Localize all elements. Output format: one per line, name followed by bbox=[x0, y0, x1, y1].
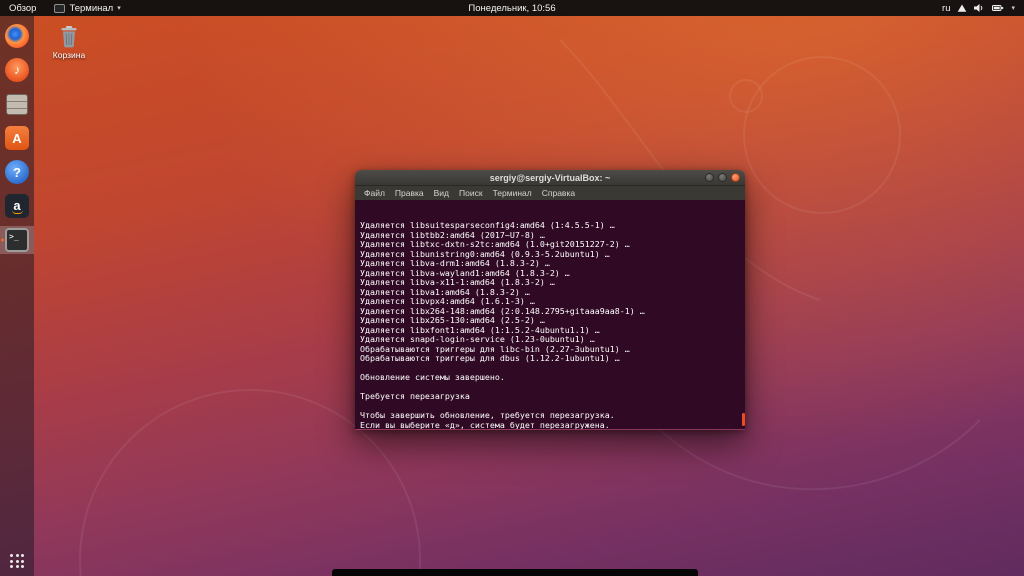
terminal-mini-icon bbox=[54, 3, 66, 13]
terminal-line: Обновление системы завершено. bbox=[360, 372, 505, 382]
terminal-line: Если вы выберите «д», система будет пере… bbox=[360, 419, 610, 429]
trash-desktop-icon[interactable]: Корзина bbox=[48, 24, 90, 60]
app-menu[interactable]: Терминал ▾ bbox=[45, 0, 129, 16]
bottom-strip bbox=[332, 569, 698, 576]
terminal-line: Требуется перезагрузка bbox=[360, 391, 470, 401]
terminal-line: Обрабатываются триггеры для dbus (1.12.2… bbox=[360, 353, 620, 363]
window-menubar: Файл Правка Вид Поиск Терминал Справка bbox=[355, 186, 745, 200]
activities-label: Обзор bbox=[9, 2, 37, 14]
maximize-button[interactable] bbox=[718, 173, 727, 182]
terminal-screen[interactable]: Удаляется libsuitesparseconfig4:amd64 (1… bbox=[355, 200, 745, 429]
trash-label: Корзина bbox=[52, 50, 86, 60]
keyboard-layout-indicator: ru bbox=[942, 2, 951, 14]
menu-item[interactable]: Файл bbox=[359, 188, 390, 198]
scrollbar-handle[interactable] bbox=[741, 413, 745, 426]
ubuntu-software-icon: A bbox=[5, 126, 29, 150]
terminal-scrollbar[interactable] bbox=[741, 200, 745, 429]
running-indicator-dot bbox=[1, 238, 4, 242]
battery-icon bbox=[992, 5, 1004, 11]
window-title: sergiy@sergiy-VirtualBox: ~ bbox=[489, 172, 611, 183]
dock-item-firefox[interactable] bbox=[0, 22, 34, 50]
terminal-window: sergiy@sergiy-VirtualBox: ~ Файл Правка Ви… bbox=[355, 170, 745, 430]
amazon-icon: a bbox=[5, 194, 29, 218]
chevron-down-icon: ▾ bbox=[117, 4, 121, 12]
dock-item-files[interactable] bbox=[0, 90, 34, 118]
files-icon bbox=[6, 93, 28, 115]
help-icon: ? bbox=[5, 160, 29, 184]
menu-item[interactable]: Справка bbox=[537, 188, 580, 198]
amazon-smile-icon bbox=[11, 210, 23, 214]
menu-item[interactable]: Поиск bbox=[454, 188, 488, 198]
clock[interactable]: Понедельник, 10:56 bbox=[468, 3, 555, 14]
dock-item-terminal[interactable]: >_ bbox=[0, 226, 34, 254]
terminal-icon: >_ bbox=[5, 228, 29, 252]
trash-icon bbox=[61, 26, 77, 48]
show-applications-button[interactable] bbox=[10, 554, 24, 568]
menu-item[interactable]: Правка bbox=[390, 188, 429, 198]
minimize-button[interactable] bbox=[705, 173, 714, 182]
dock: ♪ A ? a >_ bbox=[0, 16, 34, 576]
menu-item[interactable]: Терминал bbox=[488, 188, 537, 198]
menu-item[interactable]: Вид bbox=[429, 188, 454, 198]
volume-icon bbox=[974, 4, 983, 12]
system-status-area[interactable]: ru ▾ bbox=[942, 0, 1024, 16]
rhythmbox-icon: ♪ bbox=[5, 58, 29, 82]
app-menu-label: Терминал bbox=[69, 2, 114, 14]
terminal-output: Удаляется libsuitesparseconfig4:amd64 (1… bbox=[360, 220, 740, 429]
firefox-icon bbox=[5, 24, 29, 48]
activities-button[interactable]: Обзор bbox=[0, 0, 45, 16]
dock-item-help[interactable]: ? bbox=[0, 158, 34, 186]
chevron-down-icon: ▾ bbox=[1011, 4, 1015, 12]
dock-item-amazon[interactable]: a bbox=[0, 192, 34, 220]
dock-item-ubuntu-software[interactable]: A bbox=[0, 124, 34, 152]
close-button[interactable] bbox=[731, 173, 740, 182]
network-icon bbox=[958, 4, 967, 12]
window-titlebar[interactable]: sergiy@sergiy-VirtualBox: ~ bbox=[355, 170, 745, 186]
dock-item-rhythmbox[interactable]: ♪ bbox=[0, 56, 34, 84]
top-panel: Обзор Терминал ▾ Понедельник, 10:56 ru ▾ bbox=[0, 0, 1024, 16]
